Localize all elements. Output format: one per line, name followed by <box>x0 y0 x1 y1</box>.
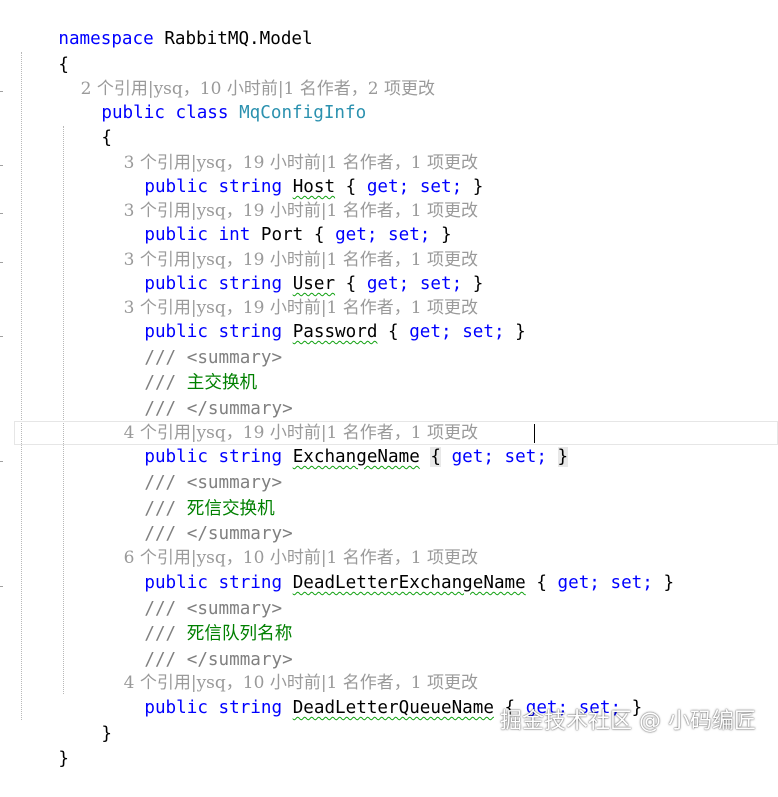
summary-text-dlx[interactable]: /// 死信交换机 <box>102 472 274 519</box>
namespace-open-brace[interactable]: { <box>16 28 69 75</box>
accessor-open: { <box>388 322 399 342</box>
class-codelens[interactable]: 2 个引用|ysq，10 小时前|1 名作者，2 项更改 <box>59 52 435 99</box>
namespace-keyword: namespace <box>58 29 154 49</box>
margin-marker <box>0 461 3 462</box>
summary-text-dlq[interactable]: /// 死信队列名称 <box>102 597 292 644</box>
codelens-port[interactable]: 3 个引用|ysq，19 小时前|1 名作者，1 项更改 <box>102 174 478 221</box>
summary-close-dlq[interactable]: /// </summary> <box>102 623 292 670</box>
summary-open-dlq[interactable]: /// <summary> <box>102 572 282 619</box>
namespace-close-brace[interactable]: } <box>16 722 69 769</box>
property-password[interactable]: public string Password { get; set; } <box>102 295 525 342</box>
margin-marker <box>0 586 3 587</box>
set-accessor: set; <box>462 322 505 342</box>
close-brace: } <box>101 724 112 744</box>
accessor-open: { <box>536 573 547 593</box>
property-name: ExchangeName <box>292 447 420 467</box>
text-caret <box>534 424 535 443</box>
codelens-exchangename[interactable]: 4 个引用|ysq，19 小时前|1 名作者，1 项更改 <box>102 396 478 443</box>
property-deadletterqueuename[interactable]: public string DeadLetterQueueName { get;… <box>102 671 642 718</box>
property-deadletterexchangename[interactable]: public string DeadLetterExchangeName { g… <box>102 546 674 593</box>
summary-text-exchange[interactable]: /// 主交换机 <box>102 346 257 393</box>
namespace-name: RabbitMQ.Model <box>164 29 313 49</box>
margin-marker <box>0 165 3 166</box>
class-name: MqConfigInfo <box>239 103 367 123</box>
codelens-host[interactable]: 3 个引用|ysq，19 小时前|1 名作者，1 项更改 <box>102 126 478 173</box>
codelens-deadletterexchangename[interactable]: 6 个引用|ysq，10 小时前|1 名作者，1 项更改 <box>102 521 478 568</box>
codelens-password[interactable]: 3 个引用|ysq，19 小时前|1 名作者，1 项更改 <box>102 271 478 318</box>
summary-open-exchange[interactable]: /// <summary> <box>102 321 282 368</box>
get-accessor: get; <box>409 322 452 342</box>
namespace-line[interactable]: namespace RabbitMQ.Model <box>16 2 312 49</box>
property-host[interactable]: public string Host { get; set; } <box>102 150 483 197</box>
get-accessor: get; <box>557 573 600 593</box>
summary-close-dlx[interactable]: /// </summary> <box>102 497 292 544</box>
codelens-user[interactable]: 3 个引用|ysq，19 小时前|1 名作者，1 项更改 <box>102 223 478 270</box>
property-name: DeadLetterExchangeName <box>292 573 526 593</box>
property-port[interactable]: public int Port { get; set; } <box>102 198 451 245</box>
accessor-close: } <box>515 322 526 342</box>
summary-close-exchange[interactable]: /// </summary> <box>102 372 292 419</box>
matched-brace-close: } <box>557 447 569 467</box>
class-close-brace[interactable]: } <box>59 697 112 744</box>
indent-guide-class <box>63 126 64 694</box>
class-open-brace[interactable]: { <box>59 101 112 148</box>
property-exchangename[interactable]: public string ExchangeName { get; set; } <box>102 420 569 467</box>
property-name: Password <box>292 322 378 342</box>
set-accessor: set; <box>610 573 653 593</box>
margin-marker <box>0 262 3 263</box>
property-name: DeadLetterQueueName <box>292 698 494 718</box>
get-accessor: get; <box>451 447 494 467</box>
type-keyword: string <box>218 698 283 718</box>
class-keyword: class <box>175 103 229 123</box>
modifier-keyword: public <box>144 698 208 718</box>
codelens-deadletterqueuename[interactable]: 4 个引用|ysq，10 小时前|1 名作者，1 项更改 <box>102 646 478 693</box>
set-accessor: set; <box>504 447 547 467</box>
indent-guide-namespace <box>21 52 22 720</box>
margin-marker <box>0 91 3 92</box>
property-user[interactable]: public string User { get; set; } <box>102 247 483 294</box>
watermark: 掘金技术社区 @ 小码编匠 <box>500 709 756 734</box>
code-editor[interactable]: namespace RabbitMQ.Model { 2 个引用|ysq，10 … <box>0 0 778 769</box>
margin-marker <box>0 213 3 214</box>
summary-open-dlx[interactable]: /// <summary> <box>102 446 282 493</box>
accessor-close: } <box>663 573 675 593</box>
margin-marker <box>0 336 3 337</box>
class-declaration[interactable]: public class MqConfigInfo <box>59 76 366 123</box>
close-brace: } <box>58 749 69 769</box>
matched-brace-open: { <box>430 447 441 467</box>
